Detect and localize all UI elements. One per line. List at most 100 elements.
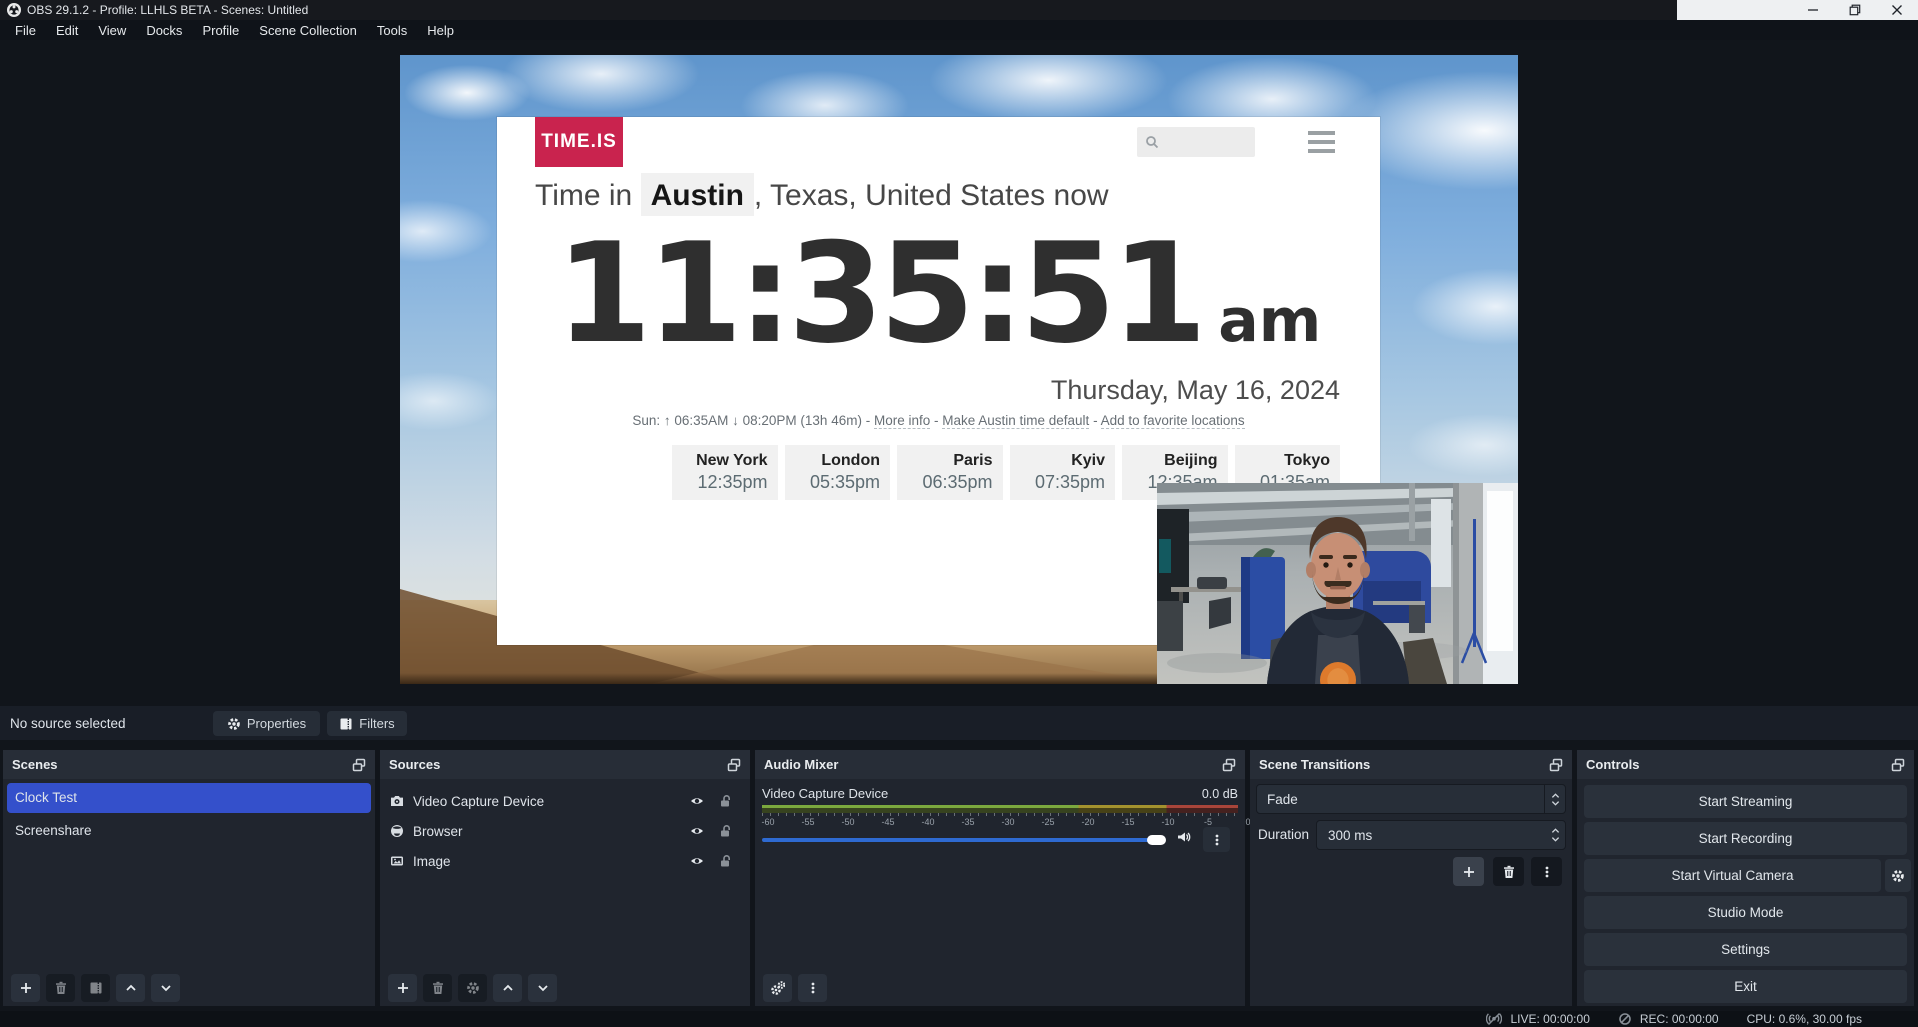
selection-status: No source selected: [10, 716, 126, 731]
menu-file[interactable]: File: [5, 23, 46, 38]
scenes-panel-header: Scenes: [3, 750, 375, 779]
meter-tickmarks: [762, 813, 1238, 816]
filters-button[interactable]: Filters: [327, 711, 407, 736]
source-item-video-capture[interactable]: Video Capture Device: [380, 786, 750, 816]
gear-icon: [1891, 869, 1905, 883]
advanced-audio-button[interactable]: [763, 974, 792, 1002]
controls-panel: Controls Start Streaming Start Recording…: [1577, 750, 1914, 1006]
mixer-panel-title: Audio Mixer: [764, 757, 838, 772]
start-streaming-button[interactable]: Start Streaming: [1584, 785, 1907, 818]
move-source-up-button[interactable]: [493, 974, 522, 1002]
make-default-link: Make Austin time default: [942, 413, 1089, 429]
duration-value: 300 ms: [1317, 828, 1545, 843]
source-item-image[interactable]: Image: [380, 846, 750, 876]
move-scene-down-button[interactable]: [151, 974, 180, 1002]
menu-help[interactable]: Help: [417, 23, 464, 38]
menu-scene-collection[interactable]: Scene Collection: [249, 23, 367, 38]
mixer-track: Video Capture Device 0.0 dB: [762, 786, 1238, 801]
menu-edit[interactable]: Edit: [46, 23, 88, 38]
add-source-button[interactable]: [388, 974, 417, 1002]
gear-icon: [227, 717, 241, 731]
eye-icon[interactable]: [690, 824, 704, 838]
scenes-toolbar: [11, 974, 180, 1002]
sun-times: Sun: ↑ 06:35AM ↓ 08:20PM (13h 46m) -: [632, 413, 874, 428]
exit-button[interactable]: Exit: [1584, 970, 1907, 1003]
timeis-clock: 11:35:51 am: [497, 213, 1380, 374]
speaker-icon[interactable]: [1176, 830, 1192, 844]
add-transition-button[interactable]: [1453, 857, 1484, 886]
volume-slider-track[interactable]: [762, 838, 1154, 842]
statusbar: LIVE: 00:00:00 REC: 00:00:00 CPU: 0.6%, …: [0, 1011, 1918, 1027]
settings-button[interactable]: Settings: [1584, 933, 1907, 966]
meter-tick-labels: -60 -55 -50 -45 -40 -35 -30 -25 -20 -15 …: [762, 817, 1238, 828]
live-timer: LIVE: 00:00:00: [1510, 1012, 1589, 1026]
mixer-track-menu-button[interactable]: [1203, 827, 1230, 852]
webcam-overlay: [1157, 483, 1518, 684]
mixer-menu-button[interactable]: [798, 974, 827, 1002]
menu-docks[interactable]: Docks: [136, 23, 192, 38]
transition-properties-button[interactable]: [1531, 857, 1562, 886]
duration-label: Duration: [1258, 820, 1309, 850]
popout-icon: [1891, 758, 1905, 772]
move-scene-up-button[interactable]: [116, 974, 145, 1002]
properties-button[interactable]: Properties: [213, 711, 320, 736]
source-item-browser[interactable]: Browser: [380, 816, 750, 846]
city-card: Paris06:35pm: [897, 445, 1003, 500]
filter-icon: [339, 717, 353, 731]
eye-icon[interactable]: [690, 794, 704, 808]
plus-icon: [396, 981, 410, 995]
controls-panel-header: Controls: [1577, 750, 1914, 779]
heading-suffix: , Texas, United States now: [754, 179, 1109, 212]
studio-mode-button[interactable]: Studio Mode: [1584, 896, 1907, 929]
duration-spinbox[interactable]: 300 ms: [1316, 820, 1566, 850]
transition-select[interactable]: Fade: [1256, 784, 1566, 814]
scene-item-screenshare[interactable]: Screenshare: [7, 816, 371, 846]
virtual-camera-settings-button[interactable]: [1885, 859, 1911, 892]
unlock-icon[interactable]: [718, 794, 732, 808]
popout-icon: [727, 758, 741, 772]
menu-profile[interactable]: Profile: [192, 23, 249, 38]
city-card: London05:35pm: [785, 445, 891, 500]
chevron-up-icon: [124, 981, 138, 995]
unlock-icon[interactable]: [718, 854, 732, 868]
start-recording-button[interactable]: Start Recording: [1584, 822, 1907, 855]
sources-panel-header: Sources: [380, 750, 750, 779]
close-button[interactable]: [1876, 0, 1918, 20]
remove-transition-button[interactable]: [1493, 857, 1524, 886]
menu-view[interactable]: View: [88, 23, 136, 38]
kebab-menu-icon: [1210, 833, 1224, 847]
gear-icon: [466, 981, 480, 995]
globe-icon: [390, 824, 404, 838]
add-scene-button[interactable]: [11, 974, 40, 1002]
volume-slider-handle[interactable]: [1147, 835, 1166, 845]
popout-icon: [352, 758, 366, 772]
obs-logo-icon: [7, 3, 21, 17]
source-properties-button[interactable]: [458, 974, 487, 1002]
transition-selected-value: Fade: [1257, 792, 1544, 807]
scenes-panel: Scenes Clock Test Screenshare: [3, 750, 375, 1006]
unlock-icon[interactable]: [718, 824, 732, 838]
eye-icon[interactable]: [690, 854, 704, 868]
add-favorite-link: Add to favorite locations: [1101, 413, 1245, 429]
scene-item-clock-test[interactable]: Clock Test: [7, 783, 371, 813]
preview-canvas[interactable]: TIME.IS Time in Austin, Texas, United St…: [400, 55, 1518, 684]
timeis-logo-text: TIME.IS: [541, 131, 617, 153]
remove-source-button[interactable]: [423, 974, 452, 1002]
sources-panel: Sources Video Capture Device Browser Ima…: [380, 750, 750, 1006]
remove-scene-button[interactable]: [46, 974, 75, 1002]
spin-arrows[interactable]: [1545, 821, 1565, 849]
cpu-fps-status: CPU: 0.6%, 30.00 fps: [1747, 1012, 1862, 1026]
chevron-down-icon: [536, 981, 550, 995]
clock-digits: 11:35:51: [556, 213, 1203, 374]
transitions-panel-title: Scene Transitions: [1259, 757, 1370, 772]
popout-icon: [1549, 758, 1563, 772]
move-source-down-button[interactable]: [528, 974, 557, 1002]
restore-button[interactable]: [1834, 0, 1876, 20]
menu-tools[interactable]: Tools: [367, 23, 417, 38]
filter-icon: [89, 981, 103, 995]
start-virtual-camera-button[interactable]: Start Virtual Camera: [1584, 859, 1881, 892]
city-card: New York12:35pm: [672, 445, 778, 500]
timeis-date: Thursday, May 16, 2024: [1051, 375, 1340, 406]
scene-filters-button[interactable]: [81, 974, 110, 1002]
minimize-button[interactable]: [1792, 0, 1834, 20]
